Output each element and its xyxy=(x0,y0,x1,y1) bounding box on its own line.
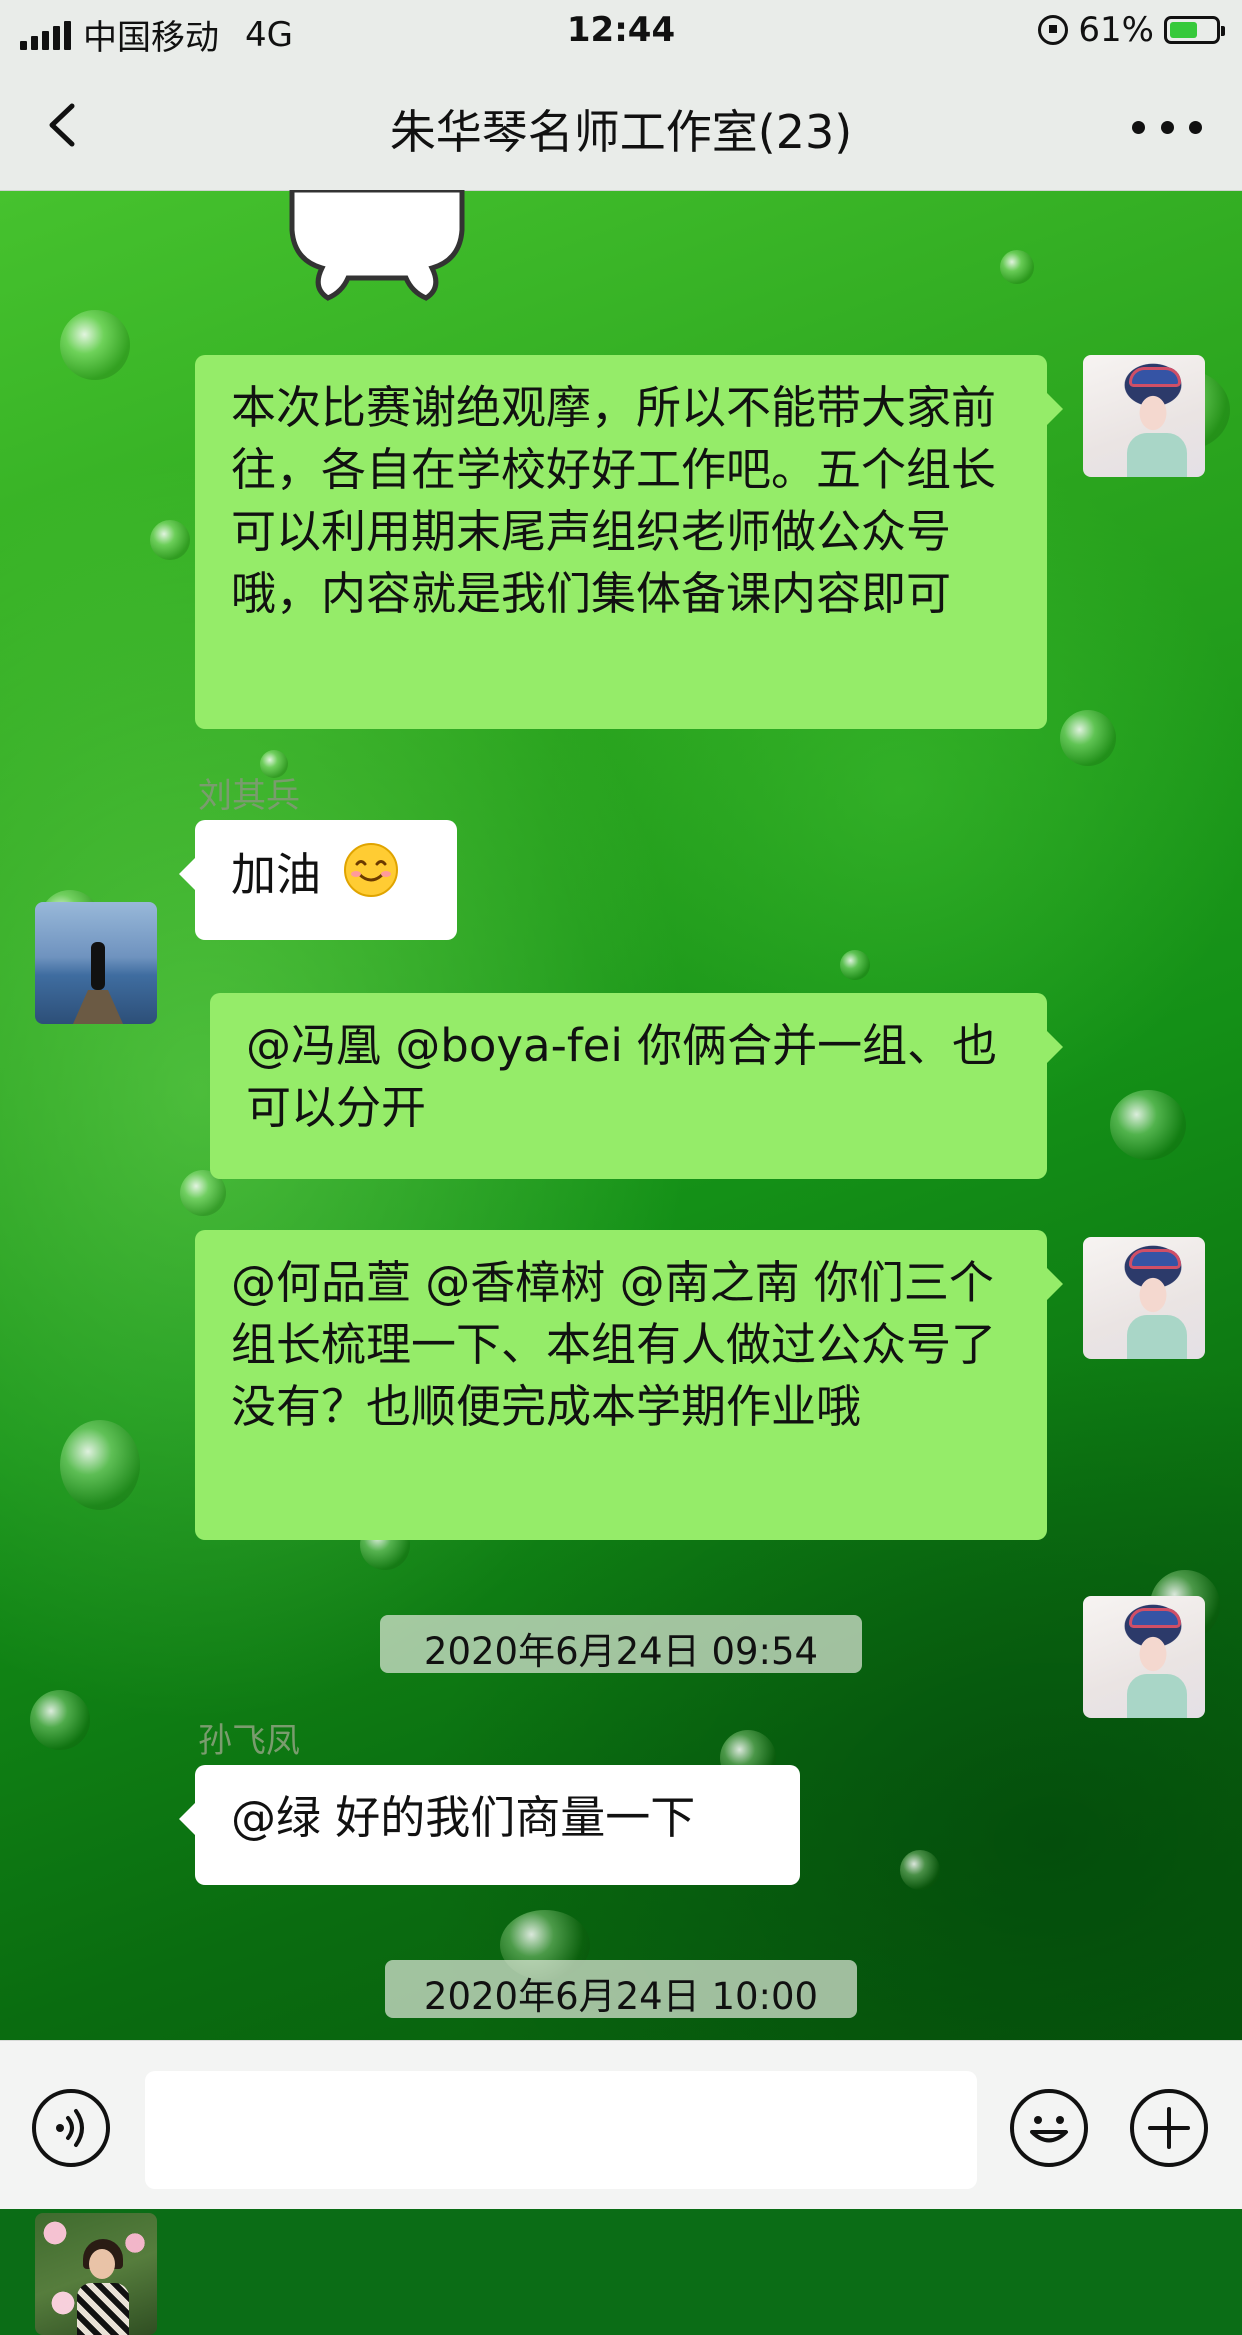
avatar-self[interactable] xyxy=(1083,1237,1205,1359)
message-text: @绿 好的我们商量一下 xyxy=(231,1791,696,1844)
emoji-icon xyxy=(1030,2116,1068,2143)
chat-header: 朱华琴名师工作室(23) xyxy=(0,62,1242,191)
plus-button[interactable] xyxy=(1130,2089,1208,2167)
message-bubble-other[interactable]: @绿 好的我们商量一下 xyxy=(179,1765,800,1885)
message-input[interactable] xyxy=(145,2071,977,2189)
message-text: 本次比赛谢绝观摩，所以不能带大家前往，各自在学校好好工作吧。五个组长可以利用期末… xyxy=(231,381,997,620)
message-text: @冯凰 @boya-fei 你俩合并一组、也可以分开 xyxy=(246,1019,998,1134)
emoji-button[interactable] xyxy=(1010,2089,1088,2167)
message-bubble-self[interactable]: @冯凰 @boya-fei 你俩合并一组、也可以分开 xyxy=(210,993,1063,1179)
sender-name: 刘其兵 xyxy=(198,776,300,816)
message-bubble-other[interactable]: 加油 xyxy=(179,820,457,940)
message-bubble-self[interactable]: 本次比赛谢绝观摩，所以不能带大家前往，各自在学校好好工作吧。五个组长可以利用期末… xyxy=(195,355,1063,729)
timestamp: 2020年6月24日 10:00 xyxy=(385,1960,857,2018)
avatar-self[interactable] xyxy=(1083,355,1205,477)
plus-icon xyxy=(1148,2107,1190,2149)
status-bar: 中国移动 4G 12:44 61% xyxy=(0,0,1242,62)
smile-emoji-icon xyxy=(344,843,399,897)
more-button[interactable] xyxy=(1132,102,1202,152)
timestamp: 2020年6月24日 09:54 xyxy=(380,1615,862,1673)
more-dots-icon xyxy=(1132,120,1145,134)
input-bar xyxy=(0,2040,1242,2209)
avatar-sun-feifeng[interactable] xyxy=(35,2213,157,2335)
rotation-lock-icon xyxy=(1038,15,1069,45)
sender-name: 孙飞凤 xyxy=(198,1721,300,1761)
voice-icon xyxy=(56,2109,84,2147)
avatar-liu-qibing[interactable] xyxy=(35,902,157,1024)
battery-percent: 61% xyxy=(1078,10,1154,50)
avatar-self[interactable] xyxy=(1083,1596,1205,1718)
message-text: @何品萱 @香樟树 @南之南 你们三个组长梳理一下、本组有人做过公众号了没有？也… xyxy=(231,1256,997,1433)
battery-icon xyxy=(1164,16,1225,44)
voice-button[interactable] xyxy=(32,2089,110,2167)
sticker-image xyxy=(289,190,465,301)
message-bubble-self[interactable]: @何品萱 @香樟树 @南之南 你们三个组长梳理一下、本组有人做过公众号了没有？也… xyxy=(195,1230,1063,1540)
chat-title: 朱华琴名师工作室(23) xyxy=(389,105,853,159)
message-text: 加油 xyxy=(231,848,322,901)
